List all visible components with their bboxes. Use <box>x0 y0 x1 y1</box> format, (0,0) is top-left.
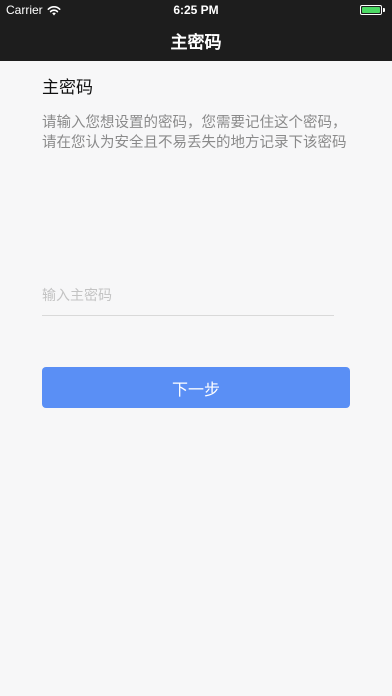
status-bar: Carrier 6:25 PM <box>0 0 392 20</box>
description-text: 请输入您想设置的密码，您需要记住这个密码，请在您认为安全且不易丢失的地方记录下该… <box>42 115 347 151</box>
next-button[interactable]: 下一步 <box>42 367 350 408</box>
battery-tip-icon <box>383 8 385 12</box>
nav-bar: 主密码 <box>0 20 392 61</box>
status-time: 6:25 PM <box>173 3 219 17</box>
master-password-input[interactable] <box>42 281 334 311</box>
section-title: 主密码 <box>42 78 93 98</box>
password-field-wrapper <box>42 281 334 316</box>
main-content: 主密码 请输入您想设置的密码，您需要记住这个密码，请在您认为安全且不易丢失的地方… <box>42 61 350 408</box>
battery-fill <box>362 7 380 13</box>
nav-title: 主密码 <box>170 33 222 53</box>
battery-icon <box>360 5 382 15</box>
